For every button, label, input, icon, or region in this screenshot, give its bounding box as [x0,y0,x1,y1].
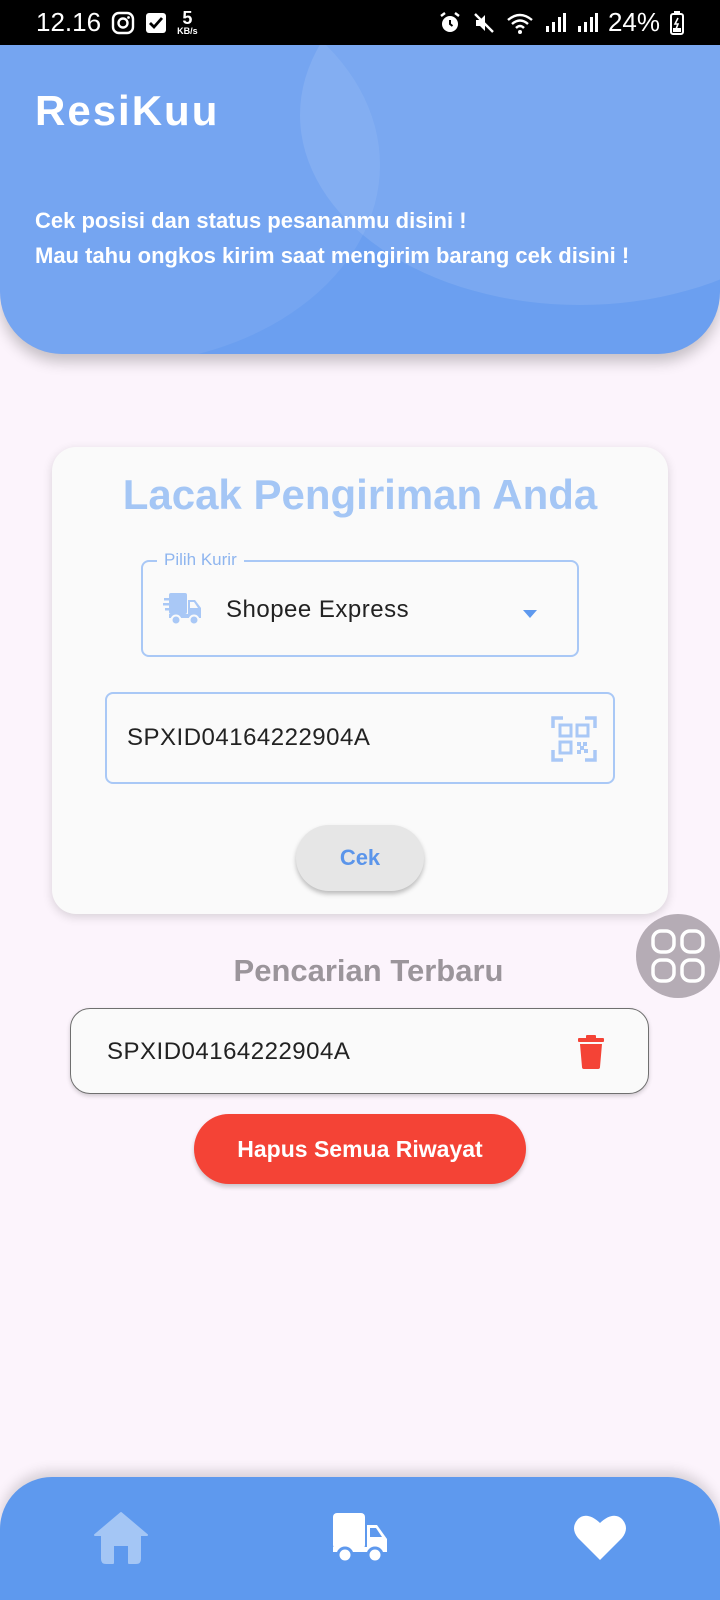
tracking-card: Lacak Pengiriman Anda Pilih Kurir Shopee… [52,447,668,914]
status-left: 12.16 5 KB/s [36,7,198,38]
signal-icon [544,12,566,34]
dropdown-arrow-icon [523,605,537,623]
nav-home[interactable] [86,1505,156,1569]
instagram-icon [111,11,135,35]
tracking-card-title: Lacak Pengiriman Anda [122,471,598,518]
check-button[interactable]: Cek [296,825,424,891]
history-tracking-number: SPXID04164222904A [107,1038,351,1065]
mute-icon [472,11,496,35]
home-icon [94,1512,148,1564]
status-right: 24% [438,7,684,38]
status-bar: 12.16 5 KB/s 24% [0,0,720,45]
truck-icon [333,1513,387,1564]
clear-history-button[interactable]: Hapus Semua Riwayat [194,1114,526,1184]
battery-percent: 24% [607,7,660,37]
tagline-line-1: Cek posisi dan status pesananmu disini ! [35,208,467,233]
battery-icon [670,10,684,35]
courier-label: Pilih Kurir [157,550,244,570]
network-speed: 5 KB/s [177,8,198,36]
tagline-line-2: Mau tahu ongkos kirim saat mengirim bara… [35,243,630,268]
alarm-icon [438,11,462,35]
tracking-number-field[interactable]: SPXID04164222904A [105,692,615,784]
header-banner: ResiKuu Cek posisi dan status pesananmu … [0,45,720,354]
courier-selected-value: Shopee Express [226,596,410,623]
checkbox-icon [145,12,167,34]
signal-icon [576,12,598,34]
delivery-truck-icon [163,590,203,631]
nav-favorites[interactable] [565,1505,635,1569]
history-item[interactable]: SPXID04164222904A [70,1008,649,1094]
trash-icon[interactable] [577,1035,605,1074]
status-time: 12.16 [36,7,102,37]
tagline: Cek posisi dan status pesananmu disini !… [35,203,629,273]
bottom-navigation [0,1477,720,1600]
recent-searches-title: Pencarian Terbaru [233,953,504,988]
heart-icon [574,1515,626,1560]
qr-scan-icon[interactable] [551,716,597,767]
tracking-number-input[interactable]: SPXID04164222904A [127,724,370,752]
app-title: ResiKuu [35,87,220,134]
courier-dropdown[interactable]: Pilih Kurir Shopee Express [141,550,579,657]
nav-track[interactable] [325,1505,395,1569]
wifi-icon [506,11,534,35]
